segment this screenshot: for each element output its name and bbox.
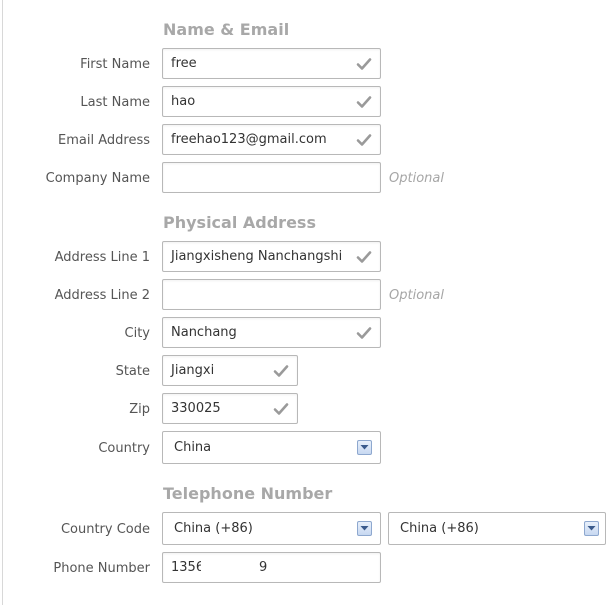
phone-value: 1356 xyxy=(171,560,205,575)
state-label: State xyxy=(115,364,150,379)
address1-field[interactable]: Jiangxisheng Nanchangshi xyxy=(162,241,381,272)
zip-field[interactable]: 330025 xyxy=(162,393,298,424)
company-label: Company Name xyxy=(45,171,150,186)
city-value: Nanchang xyxy=(171,325,237,340)
company-optional-hint: Optional xyxy=(389,171,444,186)
last-name-field[interactable]: hao xyxy=(162,86,381,117)
dropdown-button[interactable] xyxy=(584,521,599,536)
email-label: Email Address xyxy=(58,133,150,148)
country-code-select-secondary[interactable]: China (+86) xyxy=(388,512,606,545)
checkmark-icon xyxy=(356,327,372,339)
section-title-physical-address: Physical Address xyxy=(163,213,316,232)
address1-value: Jiangxisheng Nanchangshi xyxy=(171,249,343,264)
chevron-down-icon xyxy=(360,445,369,450)
company-field[interactable] xyxy=(162,162,381,193)
first-name-value: free xyxy=(171,56,197,71)
phone-label: Phone Number xyxy=(53,561,150,576)
checkmark-icon xyxy=(356,96,372,108)
country-select[interactable]: China xyxy=(162,431,381,464)
zip-label: Zip xyxy=(129,402,150,417)
country-code-value: China (+86) xyxy=(174,521,253,536)
country-value: China xyxy=(174,440,212,455)
email-field[interactable]: freehao123@gmail.com xyxy=(162,124,381,155)
zip-value: 330025 xyxy=(171,401,221,416)
country-code-value-secondary: China (+86) xyxy=(400,521,479,536)
frame-border xyxy=(2,0,3,605)
checkmark-icon xyxy=(273,403,289,415)
state-field[interactable]: Jiangxi xyxy=(162,355,298,386)
address2-field[interactable] xyxy=(162,279,381,310)
checkmark-icon xyxy=(356,251,372,263)
phone-field[interactable]: 1356 9 xyxy=(162,552,381,583)
city-label: City xyxy=(124,326,150,341)
phone-redaction-mask xyxy=(201,556,253,578)
country-code-label: Country Code xyxy=(60,522,150,537)
country-label: Country xyxy=(98,441,150,456)
address1-label: Address Line 1 xyxy=(54,250,150,265)
checkmark-icon xyxy=(273,365,289,377)
dropdown-button[interactable] xyxy=(357,440,372,455)
section-title-name-email: Name & Email xyxy=(163,20,290,39)
country-code-select[interactable]: China (+86) xyxy=(162,512,381,545)
address2-optional-hint: Optional xyxy=(389,288,444,303)
section-title-telephone: Telephone Number xyxy=(163,484,333,503)
address2-label: Address Line 2 xyxy=(54,288,150,303)
chevron-down-icon xyxy=(360,526,369,531)
phone-value-suffix: 9 xyxy=(259,560,268,575)
chevron-down-icon xyxy=(587,526,596,531)
email-value: freehao123@gmail.com xyxy=(171,132,327,147)
state-value: Jiangxi xyxy=(171,363,215,378)
dropdown-button[interactable] xyxy=(357,521,372,536)
last-name-label: Last Name xyxy=(80,95,150,110)
first-name-field[interactable]: free xyxy=(162,48,381,79)
checkmark-icon xyxy=(356,58,372,70)
checkmark-icon xyxy=(356,134,372,146)
first-name-label: First Name xyxy=(80,57,150,72)
city-field[interactable]: Nanchang xyxy=(162,317,381,348)
last-name-value: hao xyxy=(171,94,196,109)
